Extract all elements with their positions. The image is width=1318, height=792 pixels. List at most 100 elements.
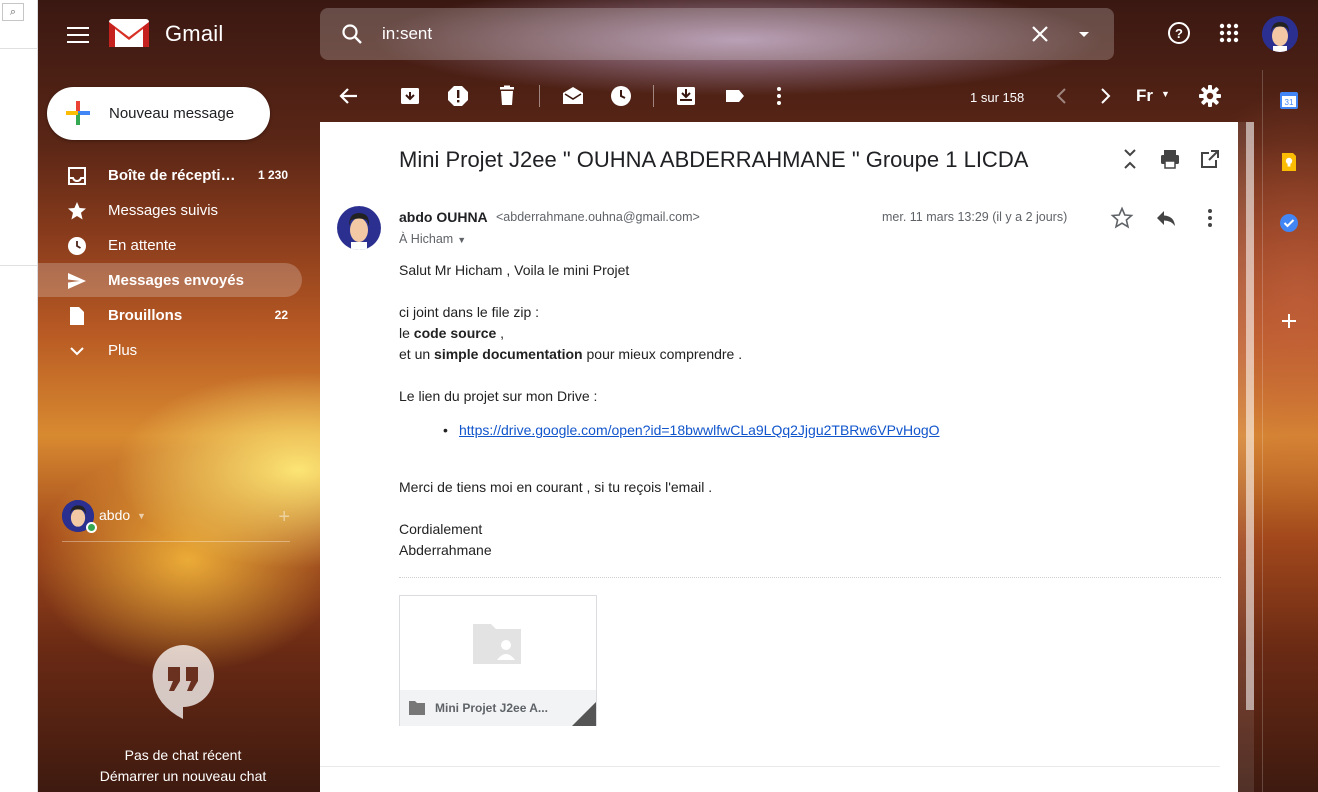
search-icon[interactable] bbox=[340, 22, 364, 46]
account-avatar[interactable] bbox=[1262, 16, 1298, 52]
calendar-icon[interactable]: 31 bbox=[1279, 90, 1299, 110]
more-options-icon[interactable] bbox=[767, 84, 791, 108]
divider bbox=[0, 265, 38, 266]
main-menu-button[interactable] bbox=[62, 20, 92, 50]
sender-email: <abderrahmane.ouhna@gmail.com> bbox=[496, 210, 700, 224]
body-zip-line: ci joint dans le file zip : bbox=[399, 304, 540, 320]
body-greeting: Salut Mr Hicham , Voila le mini Projet bbox=[399, 262, 630, 278]
body-doc-line: et un simple documentation pour mieux co… bbox=[399, 346, 743, 362]
body-drive-intro: Le lien du projet sur mon Drive : bbox=[399, 388, 598, 404]
email-date: mer. 11 mars 13:29 (il y a 2 jours) bbox=[882, 210, 1068, 224]
search-input[interactable] bbox=[382, 22, 1022, 46]
recipient-details-icon[interactable]: ▼ bbox=[457, 235, 466, 245]
attachments-divider bbox=[399, 577, 1221, 578]
nav-sent[interactable]: Messages envoyés bbox=[38, 263, 302, 297]
search-magnifier-icon[interactable]: ⌕ bbox=[2, 3, 24, 21]
recipient-line[interactable]: À Hicham ▼ bbox=[399, 232, 466, 246]
online-status-dot bbox=[86, 522, 97, 533]
print-icon[interactable] bbox=[1159, 148, 1181, 170]
browser-left-strip: ⌕ bbox=[0, 0, 38, 792]
nav-starred[interactable]: Messages suivis bbox=[38, 193, 302, 227]
input-tools-label[interactable]: Fr bbox=[1136, 86, 1153, 106]
attachment-footer: Mini Projet J2ee A... bbox=[400, 690, 596, 726]
body-thanks: Merci de tiens moi en courant , si tu re… bbox=[399, 479, 713, 495]
recipient-text: À Hicham bbox=[399, 232, 454, 246]
add-addon-icon[interactable] bbox=[1279, 311, 1299, 331]
star-icon bbox=[68, 202, 86, 220]
clock-icon bbox=[68, 237, 86, 255]
inbox-icon bbox=[68, 167, 86, 185]
avatar-face-icon bbox=[1262, 16, 1298, 52]
delete-icon[interactable] bbox=[495, 84, 519, 108]
open-in-new-window-icon[interactable] bbox=[1199, 148, 1221, 170]
draft-file-icon bbox=[70, 307, 84, 325]
avatar-face-icon bbox=[337, 206, 381, 250]
attachment-corner bbox=[572, 702, 596, 726]
email-scrollbar[interactable] bbox=[1238, 122, 1254, 792]
sender-name: abdo OUHNA bbox=[399, 209, 488, 225]
star-outline-icon[interactable] bbox=[1110, 206, 1134, 230]
compose-label: Nouveau message bbox=[109, 105, 235, 122]
no-recent-chat-text: Pas de chat récent bbox=[124, 747, 242, 763]
attachment-card[interactable]: Mini Projet J2ee A... bbox=[399, 595, 597, 726]
body-signature: Abderrahmane bbox=[399, 542, 492, 558]
send-icon bbox=[68, 273, 86, 289]
move-to-icon[interactable] bbox=[674, 84, 698, 108]
reply-icon[interactable] bbox=[1154, 206, 1178, 230]
pagination-text: 1 sur 158 bbox=[970, 90, 1025, 105]
divider bbox=[0, 48, 38, 49]
snooze-clock-icon[interactable] bbox=[609, 84, 633, 108]
tasks-icon[interactable] bbox=[1279, 213, 1299, 233]
sender-avatar[interactable] bbox=[337, 206, 381, 250]
gmail-logo-icon[interactable] bbox=[108, 17, 150, 49]
app-title: Gmail bbox=[165, 21, 224, 46]
start-new-chat-link[interactable]: Démarrer un nouveau chat bbox=[38, 766, 328, 787]
apps-grid-icon[interactable] bbox=[1216, 20, 1242, 46]
scrollbar-thumb[interactable] bbox=[1246, 122, 1254, 710]
nav-label: En attente bbox=[108, 237, 177, 254]
label-icon[interactable] bbox=[723, 84, 747, 108]
clear-search-icon[interactable] bbox=[1028, 22, 1052, 46]
attachment-name: Mini Projet J2ee A... bbox=[435, 701, 548, 715]
nav-drafts[interactable]: Brouillons 22 bbox=[38, 298, 302, 332]
chat-empty-state: Pas de chat récent Démarrer un nouveau c… bbox=[38, 745, 328, 787]
search-options-icon[interactable] bbox=[1072, 22, 1096, 46]
drive-link[interactable]: https://drive.google.com/open?id=18bwwlf… bbox=[459, 422, 940, 438]
older-chevron-icon[interactable] bbox=[1093, 84, 1117, 108]
message-divider bbox=[320, 766, 1220, 767]
compose-button[interactable]: Nouveau message bbox=[47, 87, 270, 140]
input-tools-dropdown-icon[interactable]: ▼ bbox=[1161, 89, 1170, 99]
toolbar-divider bbox=[653, 85, 654, 107]
help-icon[interactable]: ? bbox=[1166, 20, 1192, 46]
toolbar-divider bbox=[539, 85, 540, 107]
search-bar[interactable] bbox=[320, 8, 1114, 60]
report-spam-icon[interactable] bbox=[446, 84, 470, 108]
keep-icon[interactable] bbox=[1279, 152, 1299, 172]
settings-gear-icon[interactable] bbox=[1198, 84, 1222, 108]
shared-folder-icon bbox=[473, 624, 521, 664]
collapse-all-icon[interactable] bbox=[1119, 148, 1141, 170]
unread-count: 1 230 bbox=[257, 168, 288, 182]
mark-unread-icon[interactable] bbox=[561, 84, 585, 108]
newer-chevron-icon[interactable] bbox=[1050, 84, 1074, 108]
svg-text:31: 31 bbox=[1285, 98, 1294, 107]
nav-snoozed[interactable]: En attente bbox=[38, 228, 302, 262]
email-panel: Mini Projet J2ee " OUHNA ABDERRAHMANE " … bbox=[320, 122, 1238, 792]
nav-inbox[interactable]: Boîte de récepti… 1 230 bbox=[38, 158, 302, 192]
message-more-icon[interactable] bbox=[1198, 206, 1222, 230]
add-chat-icon[interactable]: + bbox=[278, 506, 290, 529]
email-subject: Mini Projet J2ee " OUHNA ABDERRAHMANE " … bbox=[399, 147, 1029, 172]
nav-label: Plus bbox=[108, 342, 138, 359]
back-arrow-icon[interactable] bbox=[337, 84, 361, 108]
list-bullet: • bbox=[443, 422, 448, 438]
svg-text:?: ? bbox=[1175, 26, 1183, 41]
nav-label: Messages envoyés bbox=[108, 272, 244, 289]
archive-icon[interactable] bbox=[398, 84, 422, 108]
body-signoff: Cordialement bbox=[399, 521, 483, 537]
compose-plus-icon bbox=[66, 101, 90, 125]
nav-label: Brouillons bbox=[108, 307, 183, 324]
user-dropdown-icon[interactable]: ▼ bbox=[137, 511, 146, 521]
body-code-line: le code source , bbox=[399, 325, 505, 341]
nav-more[interactable]: Plus bbox=[38, 333, 302, 367]
hangouts-user-row[interactable]: abdo ▼ + bbox=[62, 500, 290, 542]
